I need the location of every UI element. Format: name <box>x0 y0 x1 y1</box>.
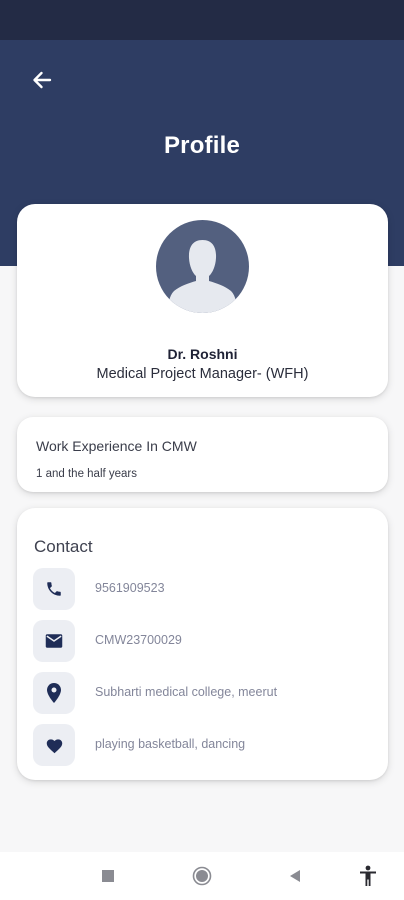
recents-square-icon <box>102 870 114 882</box>
contact-phone-text: 9561909523 <box>95 581 165 595</box>
contact-row-phone[interactable]: 9561909523 <box>33 568 373 610</box>
page-title: Profile <box>163 132 241 159</box>
profile-role: Medical Project Manager- (WFH) <box>96 366 309 382</box>
accessibility-icon <box>360 865 376 886</box>
home-button[interactable] <box>190 864 214 888</box>
contact-title: Contact <box>34 537 93 556</box>
contact-address-text: Subharti medical college, meerut <box>95 685 278 699</box>
phone-icon <box>47 582 61 596</box>
heart-icon-box <box>33 724 75 766</box>
back-button[interactable] <box>26 66 58 94</box>
work-experience-title: Work Experience In CMW <box>36 438 197 454</box>
profile-name: Dr. Roshni <box>167 346 238 362</box>
contact-row-address[interactable]: Subharti medical college, meerut <box>33 672 373 714</box>
home-circle-icon <box>192 866 212 886</box>
arrow-left-icon <box>33 71 52 89</box>
system-nav-bar <box>0 852 404 900</box>
contact-row-hobbies[interactable]: playing basketball, dancing <box>33 724 373 766</box>
work-experience-value: 1 and the half years <box>36 468 138 480</box>
back-triangle-icon <box>290 870 300 882</box>
mail-icon-box <box>33 620 75 662</box>
contact-row-email[interactable]: CMW23700029 <box>33 620 373 662</box>
location-icon-box <box>33 672 75 714</box>
contact-email-text: CMW23700029 <box>95 633 182 647</box>
work-experience-card: Work Experience In CMW 1 and the half ye… <box>17 417 388 492</box>
phone-icon-box <box>33 568 75 610</box>
location-pin-icon <box>47 683 61 703</box>
profile-card: Dr. Roshni Medical Project Manager- (WFH… <box>17 204 388 397</box>
contact-hobbies-text: playing basketball, dancing <box>95 737 246 751</box>
recents-button[interactable] <box>96 864 120 888</box>
avatar <box>156 220 249 313</box>
person-silhouette-icon <box>168 240 237 313</box>
contact-card: Contact 9561909523 CMW23700029 Subharti … <box>17 508 388 780</box>
heart-icon <box>46 738 62 753</box>
back-nav-button[interactable] <box>283 864 307 888</box>
status-bar <box>0 0 404 40</box>
mail-icon <box>45 634 63 648</box>
accessibility-button[interactable] <box>356 864 380 888</box>
